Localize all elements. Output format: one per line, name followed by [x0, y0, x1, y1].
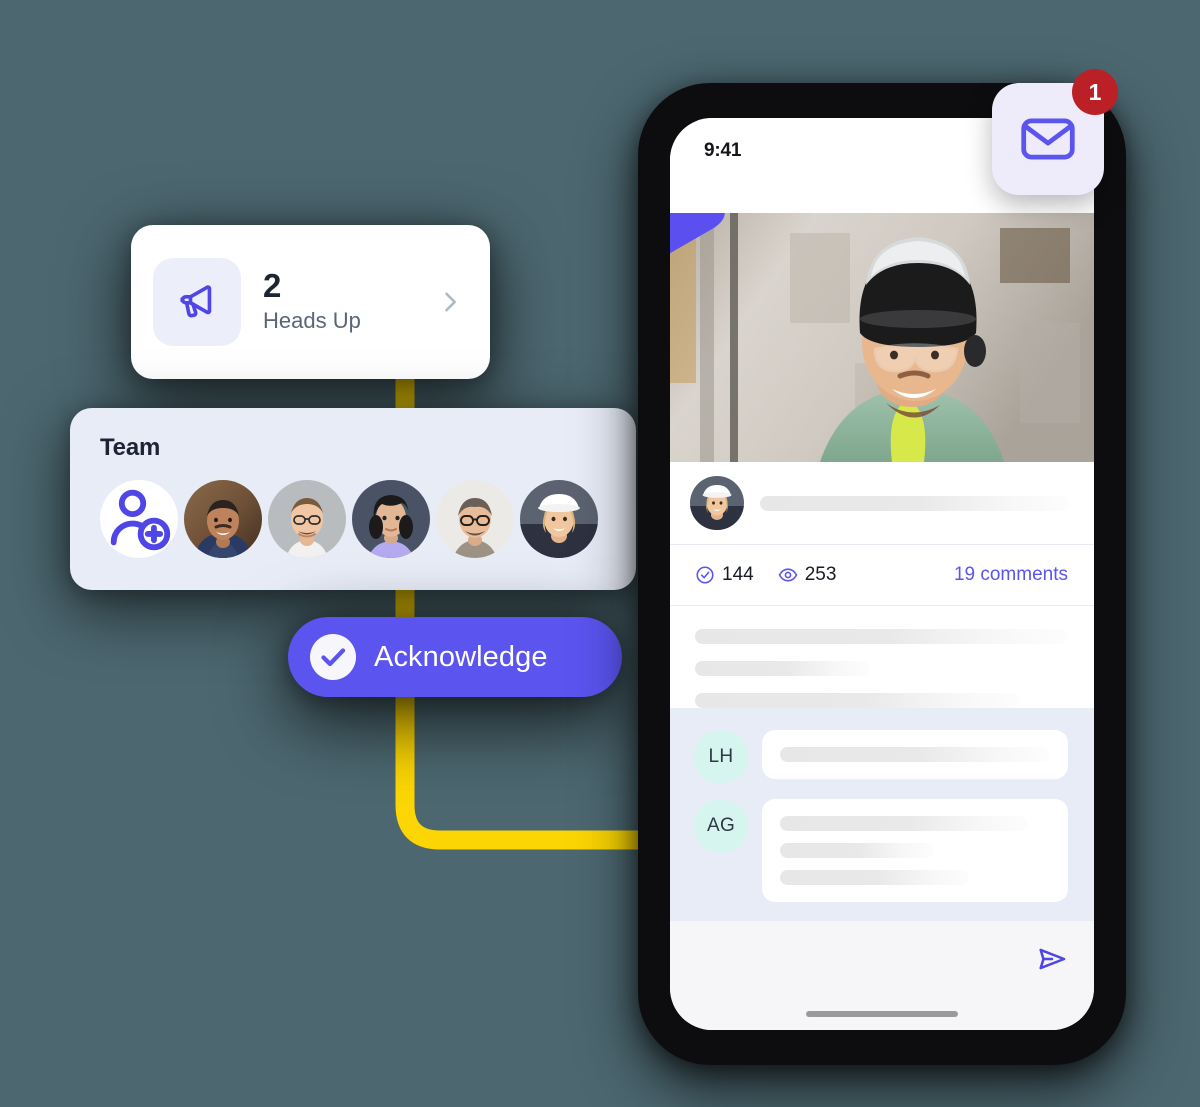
comment-line — [780, 747, 1050, 762]
views-stat[interactable]: 253 — [778, 564, 837, 586]
acknowledge-label: Acknowledge — [374, 640, 548, 673]
heads-up-card[interactable]: 2 Heads Up — [131, 225, 490, 379]
team-member-avatar[interactable] — [520, 480, 598, 558]
author-name-placeholder — [760, 495, 1070, 511]
views-count: 253 — [804, 564, 837, 585]
comment-line — [780, 870, 969, 885]
body-line — [695, 693, 1020, 708]
comment-avatar-initials: AG — [694, 799, 748, 853]
chevron-right-icon[interactable] — [436, 288, 464, 316]
team-title: Team — [100, 434, 161, 461]
mail-badge-count: 1 — [1072, 69, 1118, 115]
acknowledged-stat[interactable]: 144 — [695, 564, 754, 586]
add-person-icon — [110, 489, 171, 551]
comment-bubble — [762, 799, 1068, 902]
send-icon[interactable] — [1036, 943, 1068, 975]
check-circle-outline-icon — [696, 566, 714, 584]
comment-bubble — [762, 730, 1068, 779]
check-circle-icon — [310, 634, 356, 680]
heads-up-card-wrapper: 2 Heads Up — [131, 225, 490, 379]
comment-line — [780, 816, 1029, 831]
add-team-member-button[interactable] — [100, 480, 178, 558]
megaphone-icon-box — [153, 258, 241, 346]
phone-mockup: 9:41 144 253 19 comments LH AG — [632, 77, 1132, 1071]
acknowledged-count: 144 — [722, 564, 754, 585]
post-author-row — [670, 462, 1094, 544]
mail-notification-tile[interactable]: 1 — [992, 69, 1118, 195]
team-avatar-row — [100, 480, 608, 558]
author-avatar[interactable] — [690, 476, 744, 530]
comments-list: LH AG — [670, 708, 1094, 921]
acknowledge-button-wrapper: Acknowledge — [288, 617, 622, 697]
video-thumbnail[interactable] — [670, 213, 1094, 462]
team-member-avatar[interactable] — [352, 480, 430, 558]
eye-icon — [778, 568, 797, 582]
comments-link[interactable]: 19 comments — [954, 564, 1068, 586]
post-stats-row: 144 253 19 comments — [670, 544, 1094, 606]
illustration-stage: 2 Heads Up Team Acknowledge 9:41 144 253… — [0, 0, 1200, 1107]
comment-avatar-initials: LH — [694, 730, 748, 784]
megaphone-icon — [180, 285, 212, 318]
mail-envelope-icon — [1021, 118, 1075, 160]
heads-up-text: 2 Heads Up — [263, 269, 414, 334]
home-indicator — [806, 1011, 958, 1017]
comment-composer[interactable] — [670, 921, 1094, 1030]
team-member-avatar[interactable] — [268, 480, 346, 558]
team-member-avatar[interactable] — [436, 480, 514, 558]
comment-line — [780, 843, 934, 858]
acknowledge-button[interactable]: Acknowledge — [288, 617, 622, 697]
heads-up-label: Heads Up — [263, 308, 361, 334]
team-card-wrapper: Team — [70, 408, 636, 590]
phone-screen: 9:41 144 253 19 comments LH AG — [670, 118, 1094, 1030]
comment-item[interactable]: LH — [694, 730, 1068, 784]
body-line — [695, 661, 871, 676]
team-member-avatar[interactable] — [184, 480, 262, 558]
heads-up-count: 2 — [263, 267, 281, 305]
body-line — [695, 629, 1068, 644]
status-time: 9:41 — [704, 140, 742, 161]
comment-item[interactable]: AG — [694, 799, 1068, 902]
post-body-placeholder — [670, 606, 1094, 708]
play-triangle-icon[interactable] — [670, 213, 831, 338]
left-cards-column: 2 Heads Up Team Acknowledge — [0, 0, 660, 1107]
team-card: Team — [70, 408, 636, 590]
